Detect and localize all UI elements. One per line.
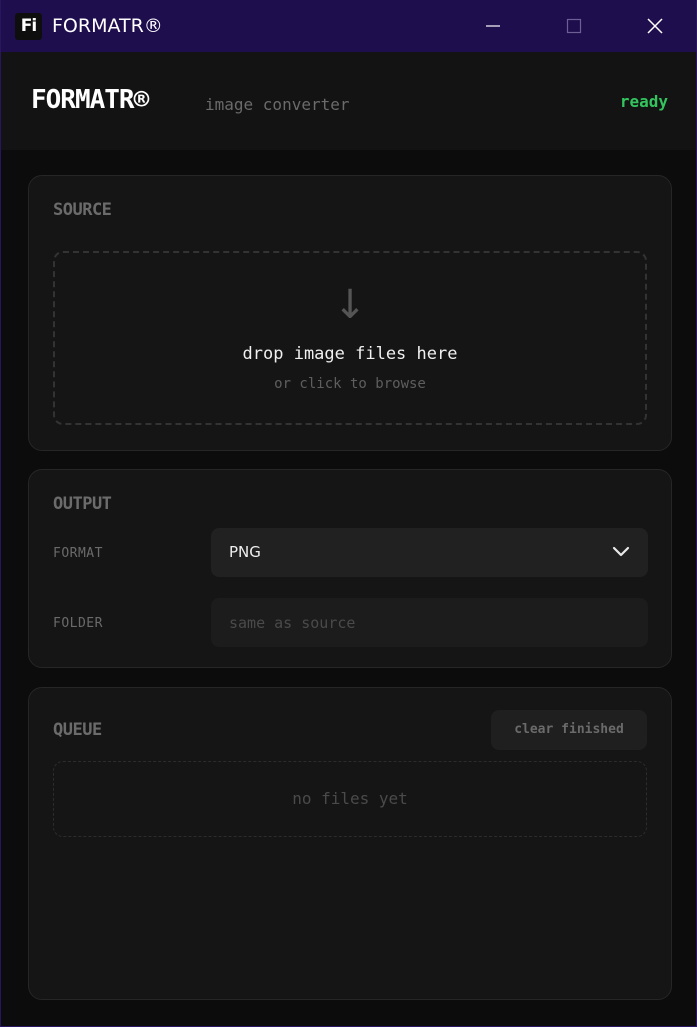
maximize-button[interactable] <box>549 0 599 52</box>
arrow-down-icon: ↓ <box>333 282 367 328</box>
maximize-icon <box>566 18 582 34</box>
app-logo: FORMATR® <box>31 85 149 115</box>
chevron-down-icon <box>612 546 630 557</box>
app-icon: Fi <box>15 13 42 40</box>
folder-input[interactable] <box>211 598 648 647</box>
folder-label: FOLDER <box>53 616 103 631</box>
title-bar[interactable]: Fi FORMATR® <box>1 0 696 52</box>
close-button[interactable] <box>630 0 680 52</box>
drop-zone-title: drop image files here <box>242 344 458 364</box>
drop-zone[interactable]: ↓ drop image files here or click to brow… <box>53 251 647 425</box>
output-title: OUTPUT <box>53 494 112 514</box>
queue-empty-state: no files yet <box>53 761 647 837</box>
window-title: FORMATR® <box>52 15 163 37</box>
minimize-icon <box>486 25 500 27</box>
app-subtitle: image converter <box>205 95 350 114</box>
drop-zone-subtitle: or click to browse <box>274 376 426 392</box>
queue-panel: QUEUE clear finished no files yet <box>28 687 672 1000</box>
source-panel: SOURCE ↓ drop image files here or click … <box>28 175 672 451</box>
status-indicator: ready <box>619 92 668 111</box>
queue-title: QUEUE <box>53 720 102 740</box>
format-label: FORMAT <box>53 546 103 561</box>
format-select[interactable]: PNG <box>211 528 648 577</box>
output-panel: OUTPUT FORMAT PNG FOLDER <box>28 469 672 668</box>
source-title: SOURCE <box>53 200 112 220</box>
clear-finished-button[interactable]: clear finished <box>491 710 647 750</box>
app-window: Fi FORMATR® FORMATR® image converter rea… <box>0 0 697 1027</box>
close-icon <box>647 18 663 34</box>
format-select-value: PNG <box>229 543 261 561</box>
minimize-button[interactable] <box>468 0 518 52</box>
